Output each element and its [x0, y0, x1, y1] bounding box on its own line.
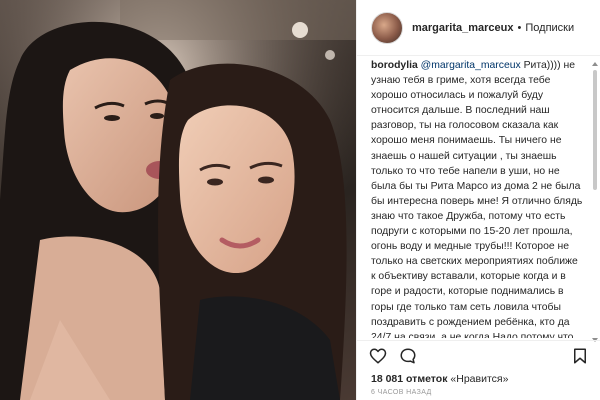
scroll-thumb[interactable] [593, 70, 597, 190]
selfie-illustration [0, 0, 356, 400]
likes-count[interactable]: 18 081 отметок «Нравится» [371, 373, 508, 385]
username-link[interactable]: margarita_marceux [412, 22, 514, 34]
comment-author-link[interactable]: borodylia [371, 60, 418, 71]
action-bar [357, 340, 600, 370]
post-timestamp[interactable]: 6 ЧАСОВ НАЗАД [371, 389, 432, 396]
post-header: margarita_marceux • Подписки [357, 0, 600, 56]
likes-reaction: Нравится» [456, 373, 509, 385]
header-separator: • [517, 21, 522, 34]
comment-mention-link[interactable]: @margarita_marceux [421, 60, 521, 71]
comment-text: Рита)))) не узнаю тебя в гриме, хотя все… [371, 60, 583, 338]
heart-icon[interactable] [369, 347, 387, 365]
post-photo[interactable] [0, 0, 356, 400]
instagram-post: margarita_marceux • Подписки borodylia @… [0, 0, 600, 400]
comments-scrollbar[interactable] [592, 62, 598, 342]
comment-item: borodylia @margarita_marceux Рита)))) не… [371, 58, 585, 338]
avatar[interactable] [371, 11, 403, 44]
likes-number: 18 081 отметок [371, 373, 448, 385]
comments-list[interactable]: borodylia @margarita_marceux Рита)))) не… [357, 58, 589, 338]
scroll-up-arrow-icon[interactable] [592, 62, 598, 66]
following-button[interactable]: Подписки [525, 22, 574, 34]
post-sidebar: margarita_marceux • Подписки borodylia @… [356, 0, 600, 400]
speech-bubble-icon[interactable] [399, 347, 417, 365]
bookmark-icon[interactable] [571, 347, 589, 365]
